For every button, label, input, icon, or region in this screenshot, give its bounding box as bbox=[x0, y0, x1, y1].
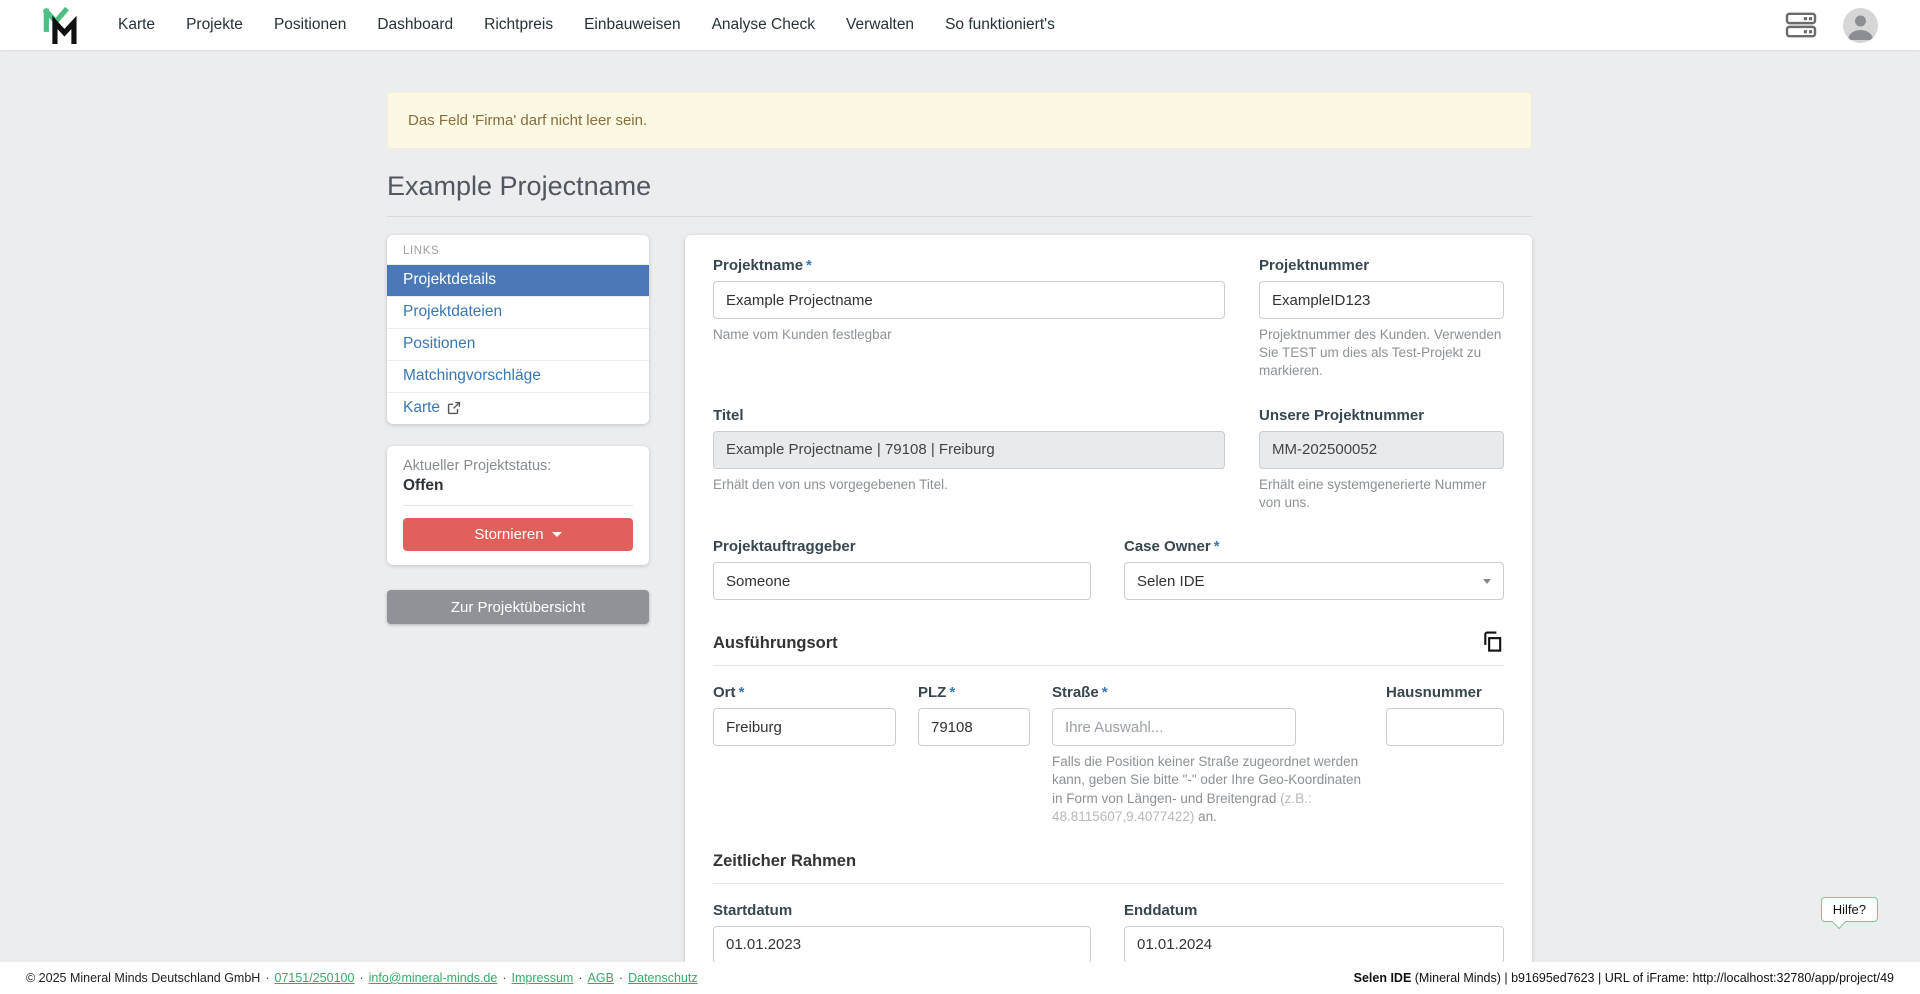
stornieren-button[interactable]: Stornieren bbox=[403, 518, 633, 551]
sidebar-item-projektdetails[interactable]: Projektdetails bbox=[387, 264, 649, 296]
projektnummer-label: Projektnummer bbox=[1259, 257, 1504, 274]
unsere-projektnummer-input bbox=[1259, 431, 1504, 469]
ort-label: Ort* bbox=[713, 684, 896, 701]
agb-link[interactable]: AGB bbox=[588, 971, 614, 985]
projektauftraggeber-input[interactable] bbox=[713, 562, 1091, 600]
separator: · bbox=[265, 971, 269, 985]
separator: · bbox=[578, 971, 582, 985]
titel-label: Titel bbox=[713, 407, 1225, 424]
separator: · bbox=[359, 971, 363, 985]
separator: · bbox=[619, 971, 623, 985]
required-mark: * bbox=[1102, 684, 1108, 701]
sidebar-item-positionen[interactable]: Positionen bbox=[387, 328, 649, 360]
unsere-projektnummer-help: Erhält eine systemgenerierte Nummer von … bbox=[1259, 476, 1504, 512]
ort-input[interactable] bbox=[713, 708, 896, 746]
footer: © 2025 Mineral Minds Deutschland GmbH · … bbox=[0, 962, 1920, 994]
startdatum-label: Startdatum bbox=[713, 902, 1091, 919]
ausfuehrungsort-heading: Ausführungsort bbox=[713, 634, 838, 653]
status-value: Offen bbox=[403, 477, 633, 495]
phone-link[interactable]: 07151/250100 bbox=[275, 971, 355, 985]
links-header: LINKS bbox=[387, 235, 649, 264]
titel-input bbox=[713, 431, 1225, 469]
nav-item-richtpreis[interactable]: Richtpreis bbox=[484, 16, 553, 34]
required-mark: * bbox=[949, 684, 955, 701]
copy-icon bbox=[1481, 630, 1504, 653]
separator: · bbox=[502, 971, 506, 985]
logo-icon bbox=[42, 5, 80, 45]
nav-item-analyse-check[interactable]: Analyse Check bbox=[712, 16, 815, 34]
required-mark: * bbox=[806, 257, 812, 274]
main-navigation: Karte Projekte Positionen Dashboard Rich… bbox=[118, 16, 1086, 34]
unsere-projektnummer-label: Unsere Projektnummer bbox=[1259, 407, 1504, 424]
nav-item-projekte[interactable]: Projekte bbox=[186, 16, 243, 34]
copy-address-button[interactable] bbox=[1481, 630, 1504, 653]
strasse-help: Falls die Position keiner Straße zugeord… bbox=[1052, 753, 1364, 826]
sidebar-item-label: Positionen bbox=[403, 335, 475, 353]
sidebar-item-label: Projektdateien bbox=[403, 303, 502, 321]
alert-message: Das Feld 'Firma' darf nicht leer sein. bbox=[408, 112, 647, 129]
case-owner-select[interactable]: Selen IDE bbox=[1124, 562, 1504, 600]
sidebar-item-label: Matchingvorschläge bbox=[403, 367, 541, 385]
projektname-help: Name vom Kunden festlegbar bbox=[713, 326, 1225, 344]
sidebar-item-label: Karte bbox=[403, 399, 440, 417]
sidebar-item-projektdateien[interactable]: Projektdateien bbox=[387, 296, 649, 328]
validation-alert: Das Feld 'Firma' darf nicht leer sein. bbox=[387, 92, 1532, 149]
datenschutz-link[interactable]: Datenschutz bbox=[628, 971, 697, 985]
server-status-icon[interactable] bbox=[1785, 11, 1817, 39]
titel-help: Erhält den von uns vorgegebenen Titel. bbox=[713, 476, 1225, 494]
project-status-card: Aktueller Projektstatus: Offen Storniere… bbox=[387, 446, 649, 565]
project-details-card: Projektname* Name vom Kunden festlegbar … bbox=[685, 235, 1532, 994]
projektauftraggeber-label: Projektauftraggeber bbox=[713, 538, 1091, 555]
strasse-label: Straße* bbox=[1052, 684, 1364, 701]
external-link-icon bbox=[447, 401, 461, 415]
projektname-label: Projektname* bbox=[713, 257, 1225, 274]
ausfuehrungsort-section-header: Ausführungsort bbox=[713, 630, 1504, 666]
sidebar-item-label: Projektdetails bbox=[403, 271, 496, 289]
nav-item-karte[interactable]: Karte bbox=[118, 16, 155, 34]
overview-button-label: Zur Projektübersicht bbox=[451, 599, 585, 616]
stornieren-button-label: Stornieren bbox=[474, 526, 543, 543]
page-title: Example Projectname bbox=[387, 171, 1532, 217]
nav-item-verwalten[interactable]: Verwalten bbox=[846, 16, 914, 34]
nav-item-positionen[interactable]: Positionen bbox=[274, 16, 346, 34]
status-label: Aktueller Projektstatus: bbox=[403, 458, 633, 474]
strasse-input[interactable] bbox=[1052, 708, 1296, 746]
hausnummer-label: Hausnummer bbox=[1386, 684, 1504, 701]
plz-label: PLZ* bbox=[918, 684, 1030, 701]
projektnummer-input[interactable] bbox=[1259, 281, 1504, 319]
zeitlicher-rahmen-section-header: Zeitlicher Rahmen bbox=[713, 852, 1504, 884]
caret-down-icon bbox=[552, 532, 562, 537]
plz-input[interactable] bbox=[918, 708, 1030, 746]
case-owner-selected-value: Selen IDE bbox=[1137, 573, 1205, 590]
case-owner-label: Case Owner* bbox=[1124, 538, 1504, 555]
required-mark: * bbox=[739, 684, 745, 701]
impressum-link[interactable]: Impressum bbox=[512, 971, 574, 985]
sidebar-links-card: LINKS Projektdetails Projektdateien Posi… bbox=[387, 235, 649, 424]
nav-item-dashboard[interactable]: Dashboard bbox=[377, 16, 453, 34]
session-info: Selen IDE (Mineral Minds) | b91695ed7623… bbox=[1354, 971, 1894, 985]
projektname-input[interactable] bbox=[713, 281, 1225, 319]
hilfe-button[interactable]: Hilfe? bbox=[1821, 897, 1878, 922]
required-mark: * bbox=[1214, 538, 1220, 555]
top-navbar: Karte Projekte Positionen Dashboard Rich… bbox=[0, 0, 1920, 50]
copyright-text: © 2025 Mineral Minds Deutschland GmbH bbox=[26, 971, 260, 985]
zeitlicher-rahmen-heading: Zeitlicher Rahmen bbox=[713, 852, 856, 871]
sidebar-item-matchingvorschlaege[interactable]: Matchingvorschläge bbox=[387, 360, 649, 392]
user-avatar[interactable] bbox=[1843, 8, 1878, 43]
zur-projektuebersicht-button[interactable]: Zur Projektübersicht bbox=[387, 590, 649, 624]
divider bbox=[403, 505, 633, 506]
startdatum-input[interactable] bbox=[713, 926, 1091, 964]
mineral-minds-logo[interactable] bbox=[42, 5, 80, 45]
nav-item-einbauweisen[interactable]: Einbauweisen bbox=[584, 16, 681, 34]
nav-item-so-funktionierts[interactable]: So funktioniert's bbox=[945, 16, 1055, 34]
enddatum-label: Enddatum bbox=[1124, 902, 1504, 919]
sidebar-item-karte[interactable]: Karte bbox=[387, 392, 649, 424]
email-link[interactable]: info@mineral-minds.de bbox=[369, 971, 498, 985]
select-caret-icon bbox=[1483, 579, 1491, 584]
projektnummer-help: Projektnummer des Kunden. Verwenden Sie … bbox=[1259, 326, 1504, 381]
hausnummer-input[interactable] bbox=[1386, 708, 1504, 746]
enddatum-input[interactable] bbox=[1124, 926, 1504, 964]
